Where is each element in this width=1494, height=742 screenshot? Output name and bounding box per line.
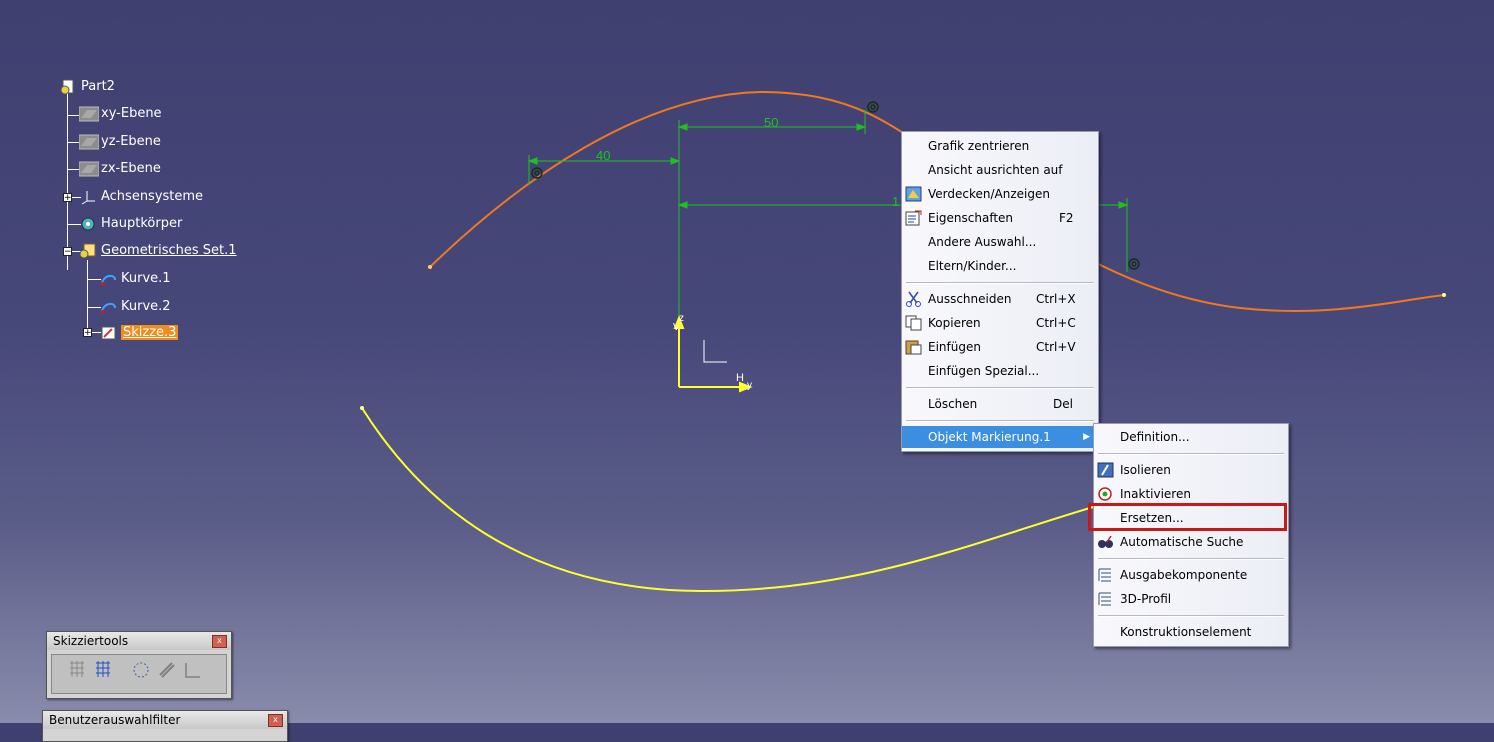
menu-item-cut[interactable]: Ausschneiden Ctrl+X xyxy=(902,288,1098,310)
tree-node-curve-2[interactable]: Kurve.2 xyxy=(99,298,171,316)
object-submenu: Definition... Isolieren Inaktivieren Ers… xyxy=(1093,423,1289,647)
isolate-icon xyxy=(1097,462,1114,478)
menu-separator xyxy=(906,282,1094,284)
tree-label-selected: Skizze.3 xyxy=(121,325,179,340)
menu-item-properties[interactable]: Eigenschaften F2 xyxy=(902,207,1098,229)
menu-separator xyxy=(906,387,1094,389)
submenu-item-deactivate[interactable]: Inaktivieren xyxy=(1094,483,1288,505)
menu-item-reframe-on[interactable]: Ansicht ausrichten auf xyxy=(902,159,1098,181)
sketch-icon xyxy=(99,325,117,341)
submenu-item-3d-profile[interactable]: 3D-Profil xyxy=(1094,588,1288,610)
menu-item-paste[interactable]: Einfügen Ctrl+V xyxy=(902,336,1098,358)
close-icon[interactable]: x xyxy=(212,635,227,648)
tree-node-curve-1[interactable]: Kurve.1 xyxy=(99,270,171,288)
paste-icon xyxy=(905,339,922,355)
dimension-50[interactable]: 50 xyxy=(764,115,778,130)
tree-label: Part2 xyxy=(81,79,115,94)
tree-label: zx-Ebene xyxy=(101,161,161,176)
dimension-1[interactable]: 1 xyxy=(892,194,899,209)
submenu-item-isolate[interactable]: Isolieren xyxy=(1094,459,1288,481)
copy-icon xyxy=(905,315,922,331)
profile-icon xyxy=(1097,591,1114,607)
axis-label-z: z xyxy=(679,313,684,324)
highlight-box xyxy=(1088,503,1287,531)
grid-icon[interactable] xyxy=(66,659,88,681)
tree-node-main-body[interactable]: Hauptkörper xyxy=(79,215,182,233)
plane-icon xyxy=(78,134,100,150)
tree-node-part2[interactable]: Part2 xyxy=(59,78,115,96)
geometrical-set-icon xyxy=(79,243,97,259)
toolbar-sketch-tools[interactable]: Skizziertools x xyxy=(46,631,232,699)
submenu-item-definition[interactable]: Definition... xyxy=(1094,426,1288,448)
tree-label: Achsensysteme xyxy=(101,189,204,204)
curve-icon xyxy=(99,299,117,315)
sketch-origin-symbol xyxy=(703,340,727,363)
hide-show-icon xyxy=(905,186,922,202)
submenu-arrow-icon: ▶ xyxy=(1083,432,1090,442)
deactivate-icon xyxy=(1097,486,1114,502)
toolbar-user-selection-filter[interactable]: Benutzerauswahlfilter x xyxy=(42,710,288,742)
specification-tree: Part2 xy-Ebene yz-Ebene zx-Ebene + Achse… xyxy=(55,70,315,360)
toolbar-title: Benutzerauswahlfilter xyxy=(43,711,287,729)
menu-separator xyxy=(1098,453,1284,455)
body-gear-icon xyxy=(79,216,97,232)
menu-item-object-submenu[interactable]: Objekt Markierung.1 ▶ xyxy=(902,426,1098,448)
part-icon xyxy=(59,79,77,95)
tree-node-geometrical-set[interactable]: Geometrisches Set.1 xyxy=(79,242,237,260)
submenu-item-construction-element[interactable]: Konstruktionselement xyxy=(1094,621,1288,643)
construction-element-icon[interactable] xyxy=(130,659,152,681)
curve-icon xyxy=(99,271,117,287)
expand-plus-icon[interactable]: + xyxy=(83,328,92,338)
collapse-minus-icon[interactable]: − xyxy=(63,247,72,257)
dimensional-constraints-icon[interactable] xyxy=(182,659,204,681)
tree-node-xy-plane[interactable]: xy-Ebene xyxy=(78,105,162,123)
axis-label-h: H xyxy=(736,372,744,384)
plane-icon xyxy=(78,161,100,177)
axis-label-y: y xyxy=(747,380,752,391)
menu-item-parents-children[interactable]: Eltern/Kinder... xyxy=(902,255,1098,277)
output-feature-icon xyxy=(1097,567,1114,583)
menu-item-other-selection[interactable]: Andere Auswahl... xyxy=(902,231,1098,253)
menu-separator xyxy=(1098,558,1284,560)
tree-label: Kurve.2 xyxy=(121,299,171,314)
expand-plus-icon[interactable]: + xyxy=(63,193,72,203)
menu-item-hide-show[interactable]: Verdecken/Anzeigen xyxy=(902,183,1098,205)
properties-icon xyxy=(905,210,922,226)
menu-item-delete[interactable]: Löschen Del xyxy=(902,393,1098,415)
submenu-item-auto-search[interactable]: Automatische Suche xyxy=(1094,531,1288,553)
tree-node-sketch-3[interactable]: Skizze.3 xyxy=(99,324,179,342)
menu-separator xyxy=(1098,615,1284,617)
close-icon[interactable]: x xyxy=(268,714,283,727)
geometrical-constraints-icon[interactable] xyxy=(156,659,178,681)
tree-label: xy-Ebene xyxy=(101,106,162,121)
plane-icon xyxy=(78,106,100,122)
toolbar-buttons xyxy=(51,654,227,694)
tree-node-yz-plane[interactable]: yz-Ebene xyxy=(78,133,161,151)
submenu-item-output-feature[interactable]: Ausgabekomponente xyxy=(1094,564,1288,586)
binoculars-icon xyxy=(1097,534,1114,550)
curve-endpoint xyxy=(428,265,432,269)
scissors-icon xyxy=(905,291,922,307)
menu-item-copy[interactable]: Kopieren Ctrl+C xyxy=(902,312,1098,334)
tree-node-zx-plane[interactable]: zx-Ebene xyxy=(78,160,161,178)
context-menu: Grafik zentrieren Ansicht ausrichten auf… xyxy=(901,131,1099,452)
snap-to-point-icon[interactable] xyxy=(92,659,114,681)
tree-label: Kurve.1 xyxy=(121,271,171,286)
tree-label: Hauptkörper xyxy=(101,216,183,231)
menu-item-paste-special[interactable]: Einfügen Spezial... xyxy=(902,360,1098,382)
curve-endpoint xyxy=(1442,293,1446,297)
tree-label: Geometrisches Set.1 xyxy=(101,243,237,258)
axis-system-icon xyxy=(79,189,97,205)
menu-item-center-graph[interactable]: Grafik zentrieren xyxy=(902,135,1098,157)
menu-separator xyxy=(906,420,1094,422)
toolbar-title: Skizziertools xyxy=(47,632,231,650)
tree-node-axis-systems[interactable]: Achsensysteme xyxy=(79,188,203,206)
curve-endpoint xyxy=(360,406,364,410)
dimension-40[interactable]: 40 xyxy=(596,148,610,163)
tree-label: yz-Ebene xyxy=(101,134,161,149)
